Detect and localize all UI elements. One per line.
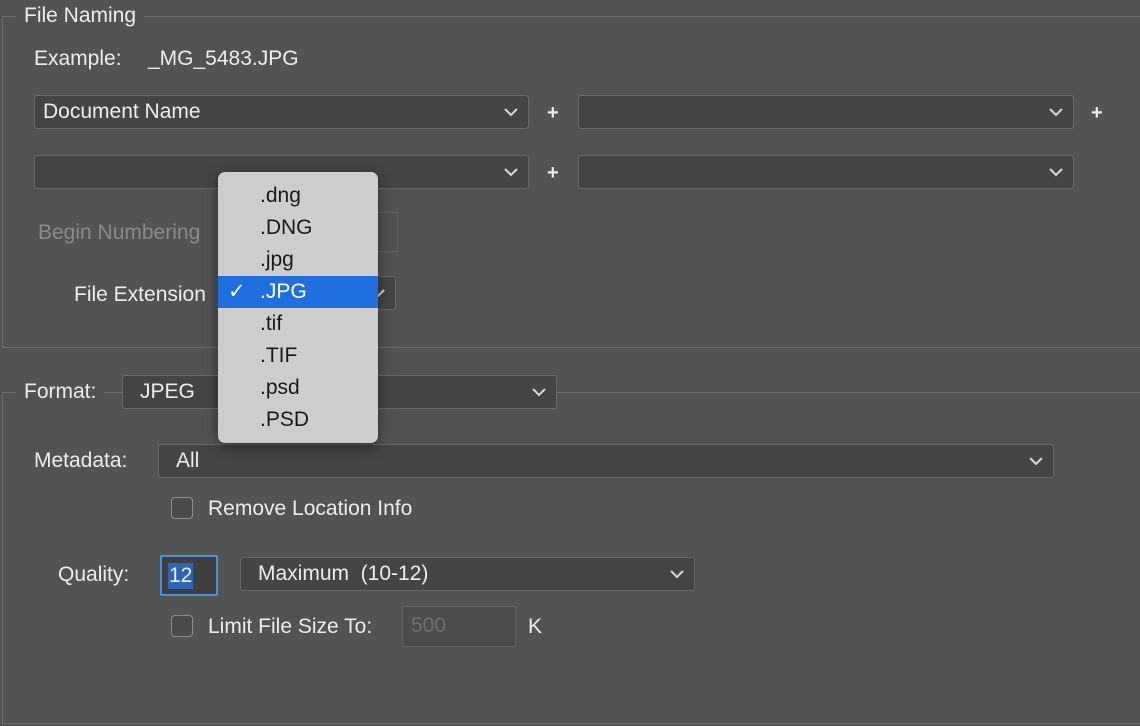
file-extension-menu: .dng .DNG .jpg ✓ .JPG .tif .TIF .psd .PS…	[218, 172, 378, 443]
menu-item-label: .JPG	[260, 280, 307, 303]
metadata-value: All	[176, 449, 200, 472]
chevron-down-icon	[1049, 168, 1063, 177]
menu-item-tif[interactable]: .tif	[218, 308, 378, 340]
chevron-down-icon	[504, 168, 518, 177]
name-field-2-select[interactable]	[578, 95, 1074, 129]
menu-item-DNG[interactable]: .DNG	[218, 212, 378, 244]
plus-separator: +	[1091, 102, 1103, 124]
chevron-down-icon	[532, 388, 546, 397]
format-value: JPEG	[140, 380, 195, 403]
menu-item-label: .DNG	[260, 216, 313, 239]
menu-item-label: .tif	[260, 312, 283, 335]
checkmark-icon: ✓	[228, 280, 246, 303]
menu-item-JPG[interactable]: ✓ .JPG	[218, 276, 378, 308]
quality-value: 12	[168, 563, 194, 589]
format-label: Format:	[16, 379, 105, 405]
limit-file-size-unit: K	[528, 615, 543, 638]
limit-file-size-checkbox[interactable]	[171, 615, 193, 637]
quality-input[interactable]: 12	[160, 555, 218, 596]
quality-preset-value: Maximum (10-12)	[258, 562, 429, 585]
limit-file-size-label: Limit File Size To:	[208, 615, 373, 638]
quality-preset-select[interactable]: Maximum (10-12)	[240, 557, 695, 591]
plus-separator: +	[547, 162, 559, 184]
name-field-4-select[interactable]	[578, 155, 1074, 189]
menu-item-label: .psd	[260, 376, 300, 399]
file-naming-legend: File Naming	[16, 3, 145, 29]
example-label: Example:	[34, 47, 122, 70]
remove-location-checkbox[interactable]	[171, 497, 193, 519]
menu-item-PSD[interactable]: .PSD	[218, 404, 378, 436]
menu-item-psd[interactable]: .psd	[218, 372, 378, 404]
quality-label: Quality:	[58, 563, 130, 586]
menu-item-label: .dng	[260, 184, 301, 207]
menu-item-label: .TIF	[260, 344, 298, 367]
limit-file-size-input[interactable]: 500	[402, 606, 516, 647]
example-value: _MG_5483.JPG	[148, 47, 299, 70]
menu-item-label: .jpg	[260, 248, 294, 271]
file-extension-label: File Extension	[74, 283, 206, 306]
limit-file-size-value: 500	[411, 614, 447, 637]
menu-item-dng[interactable]: .dng	[218, 180, 378, 212]
plus-separator: +	[547, 102, 559, 124]
chevron-down-icon	[1029, 457, 1043, 466]
begin-numbering-label: Begin Numbering	[38, 221, 201, 244]
name-field-1-select[interactable]: Document Name	[34, 95, 529, 129]
metadata-select[interactable]: All	[158, 444, 1054, 478]
chevron-down-icon	[1049, 108, 1063, 117]
metadata-label: Metadata:	[34, 449, 128, 472]
remove-location-label: Remove Location Info	[208, 497, 413, 520]
menu-item-jpg[interactable]: .jpg	[218, 244, 378, 276]
chevron-down-icon	[670, 570, 684, 579]
menu-item-TIF[interactable]: .TIF	[218, 340, 378, 372]
name-field-1-value: Document Name	[43, 100, 201, 123]
menu-item-label: .PSD	[260, 408, 310, 431]
chevron-down-icon	[504, 108, 518, 117]
